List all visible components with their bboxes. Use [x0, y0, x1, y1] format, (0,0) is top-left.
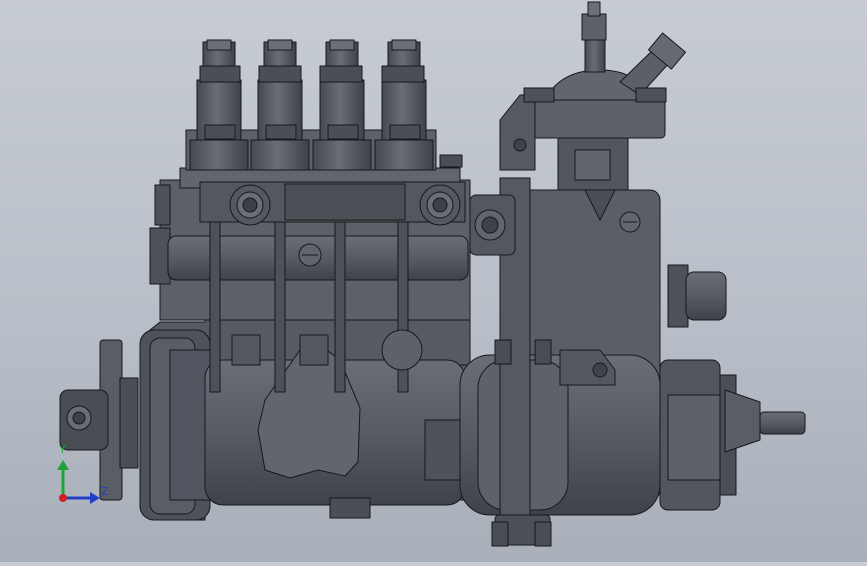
coordinate-triad: [57, 460, 100, 504]
triad-y-arrow: [57, 460, 69, 470]
triad-y-label: Y: [59, 443, 66, 456]
triad-x-origin: [59, 494, 67, 502]
triad-z-arrow: [90, 492, 100, 504]
cad-viewport[interactable]: Y Z: [0, 0, 867, 562]
triad-z-label: Z: [101, 485, 109, 498]
